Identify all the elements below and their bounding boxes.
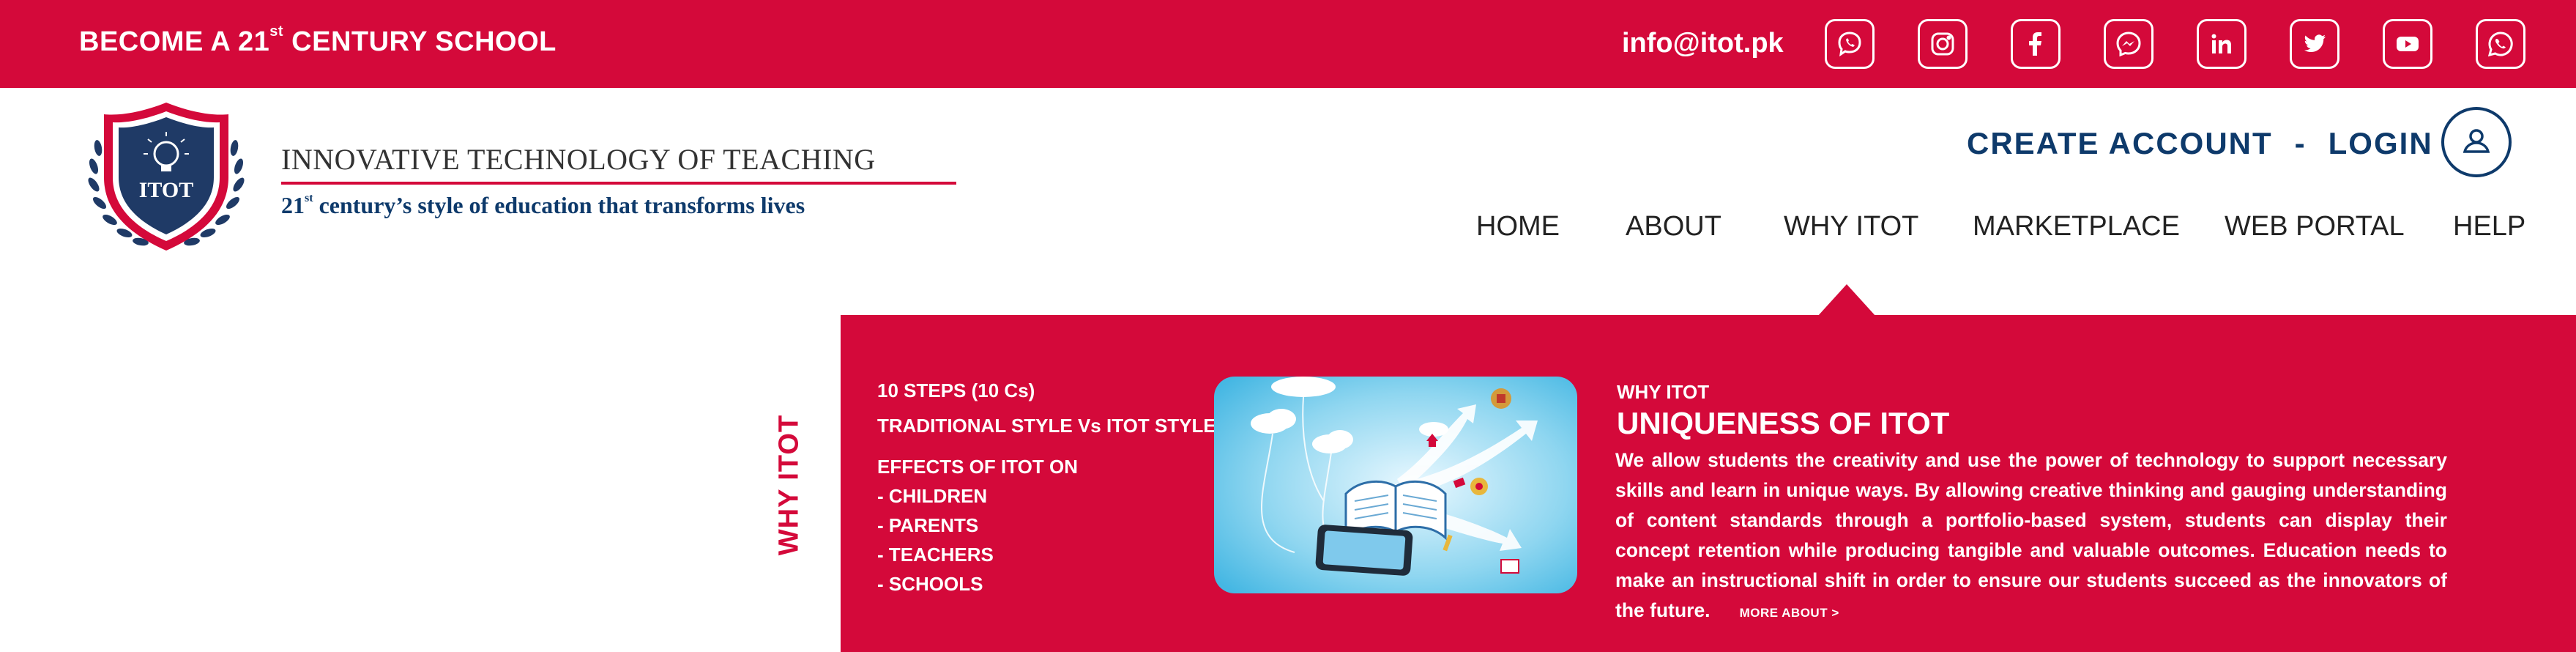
why-itot-label: WHY ITOT <box>1617 381 1710 403</box>
more-about-link[interactable]: MORE ABOUT > <box>1740 606 1839 620</box>
nav-about[interactable]: ABOUT <box>1626 211 1721 242</box>
create-account-link[interactable]: CREATE ACCOUNT <box>1967 126 2273 161</box>
menu-10-steps[interactable]: 10 STEPS (10 Cs) <box>877 379 1035 402</box>
user-icon[interactable] <box>2441 107 2512 177</box>
dropdown-side-label: WHY ITOT <box>773 414 805 556</box>
account-links: CREATE ACCOUNT - LOGIN <box>1967 126 2433 161</box>
linkedin-icon[interactable] <box>2197 19 2246 69</box>
youtube-icon[interactable] <box>2383 19 2432 69</box>
viber-icon[interactable] <box>1825 19 1875 69</box>
nav-home[interactable]: HOME <box>1476 211 1560 242</box>
menu-parents[interactable]: - PARENTS <box>877 514 978 537</box>
nav-web-portal[interactable]: WEB PORTAL <box>2225 211 2405 242</box>
itot-logo[interactable]: ITOT <box>82 97 250 258</box>
brand-title: INNOVATIVE TECHNOLOGY OF TEACHING <box>281 143 876 176</box>
dropdown-pointer <box>1817 284 1876 316</box>
messenger-icon[interactable] <box>2104 19 2154 69</box>
twitter-icon[interactable] <box>2290 19 2339 69</box>
menu-schools[interactable]: - SCHOOLS <box>877 573 983 596</box>
tagline: BECOME A 21st CENTURY SCHOOL <box>79 23 556 57</box>
nav-why-itot[interactable]: WHY ITOT <box>1784 211 1918 242</box>
whatsapp-icon[interactable] <box>2476 19 2525 69</box>
menu-children[interactable]: - CHILDREN <box>877 485 987 508</box>
brand-divider <box>281 182 956 185</box>
menu-traditional-vs-itot[interactable]: TRADITIONAL STYLE Vs ITOT STYLE <box>877 415 1216 437</box>
menu-teachers[interactable]: - TEACHERS <box>877 544 994 566</box>
email-link[interactable]: info@itot.pk <box>1622 28 1784 59</box>
education-illustration <box>1214 377 1577 593</box>
logo-badge-text: ITOT <box>139 178 194 202</box>
instagram-icon[interactable] <box>1918 19 1968 69</box>
uniqueness-description: We allow students the creativity and use… <box>1615 445 2447 628</box>
facebook-icon[interactable] <box>2011 19 2061 69</box>
why-itot-dropdown: 10 STEPS (10 Cs) TRADITIONAL STYLE Vs IT… <box>841 315 2576 652</box>
nav-marketplace[interactable]: MARKETPLACE <box>1973 211 2180 242</box>
nav-help[interactable]: HELP <box>2453 211 2525 242</box>
uniqueness-text: We allow students the creativity and use… <box>1615 449 2447 621</box>
top-bar: BECOME A 21st CENTURY SCHOOL info@itot.p… <box>0 0 2576 88</box>
uniqueness-title: UNIQUENESS OF ITOT <box>1617 406 1950 440</box>
login-link[interactable]: LOGIN <box>2329 126 2433 161</box>
menu-effects-of-itot[interactable]: EFFECTS OF ITOT ON <box>877 456 1078 478</box>
account-separator: - <box>2294 126 2307 160</box>
brand-subtitle: 21st century’s style of education that t… <box>281 192 805 218</box>
